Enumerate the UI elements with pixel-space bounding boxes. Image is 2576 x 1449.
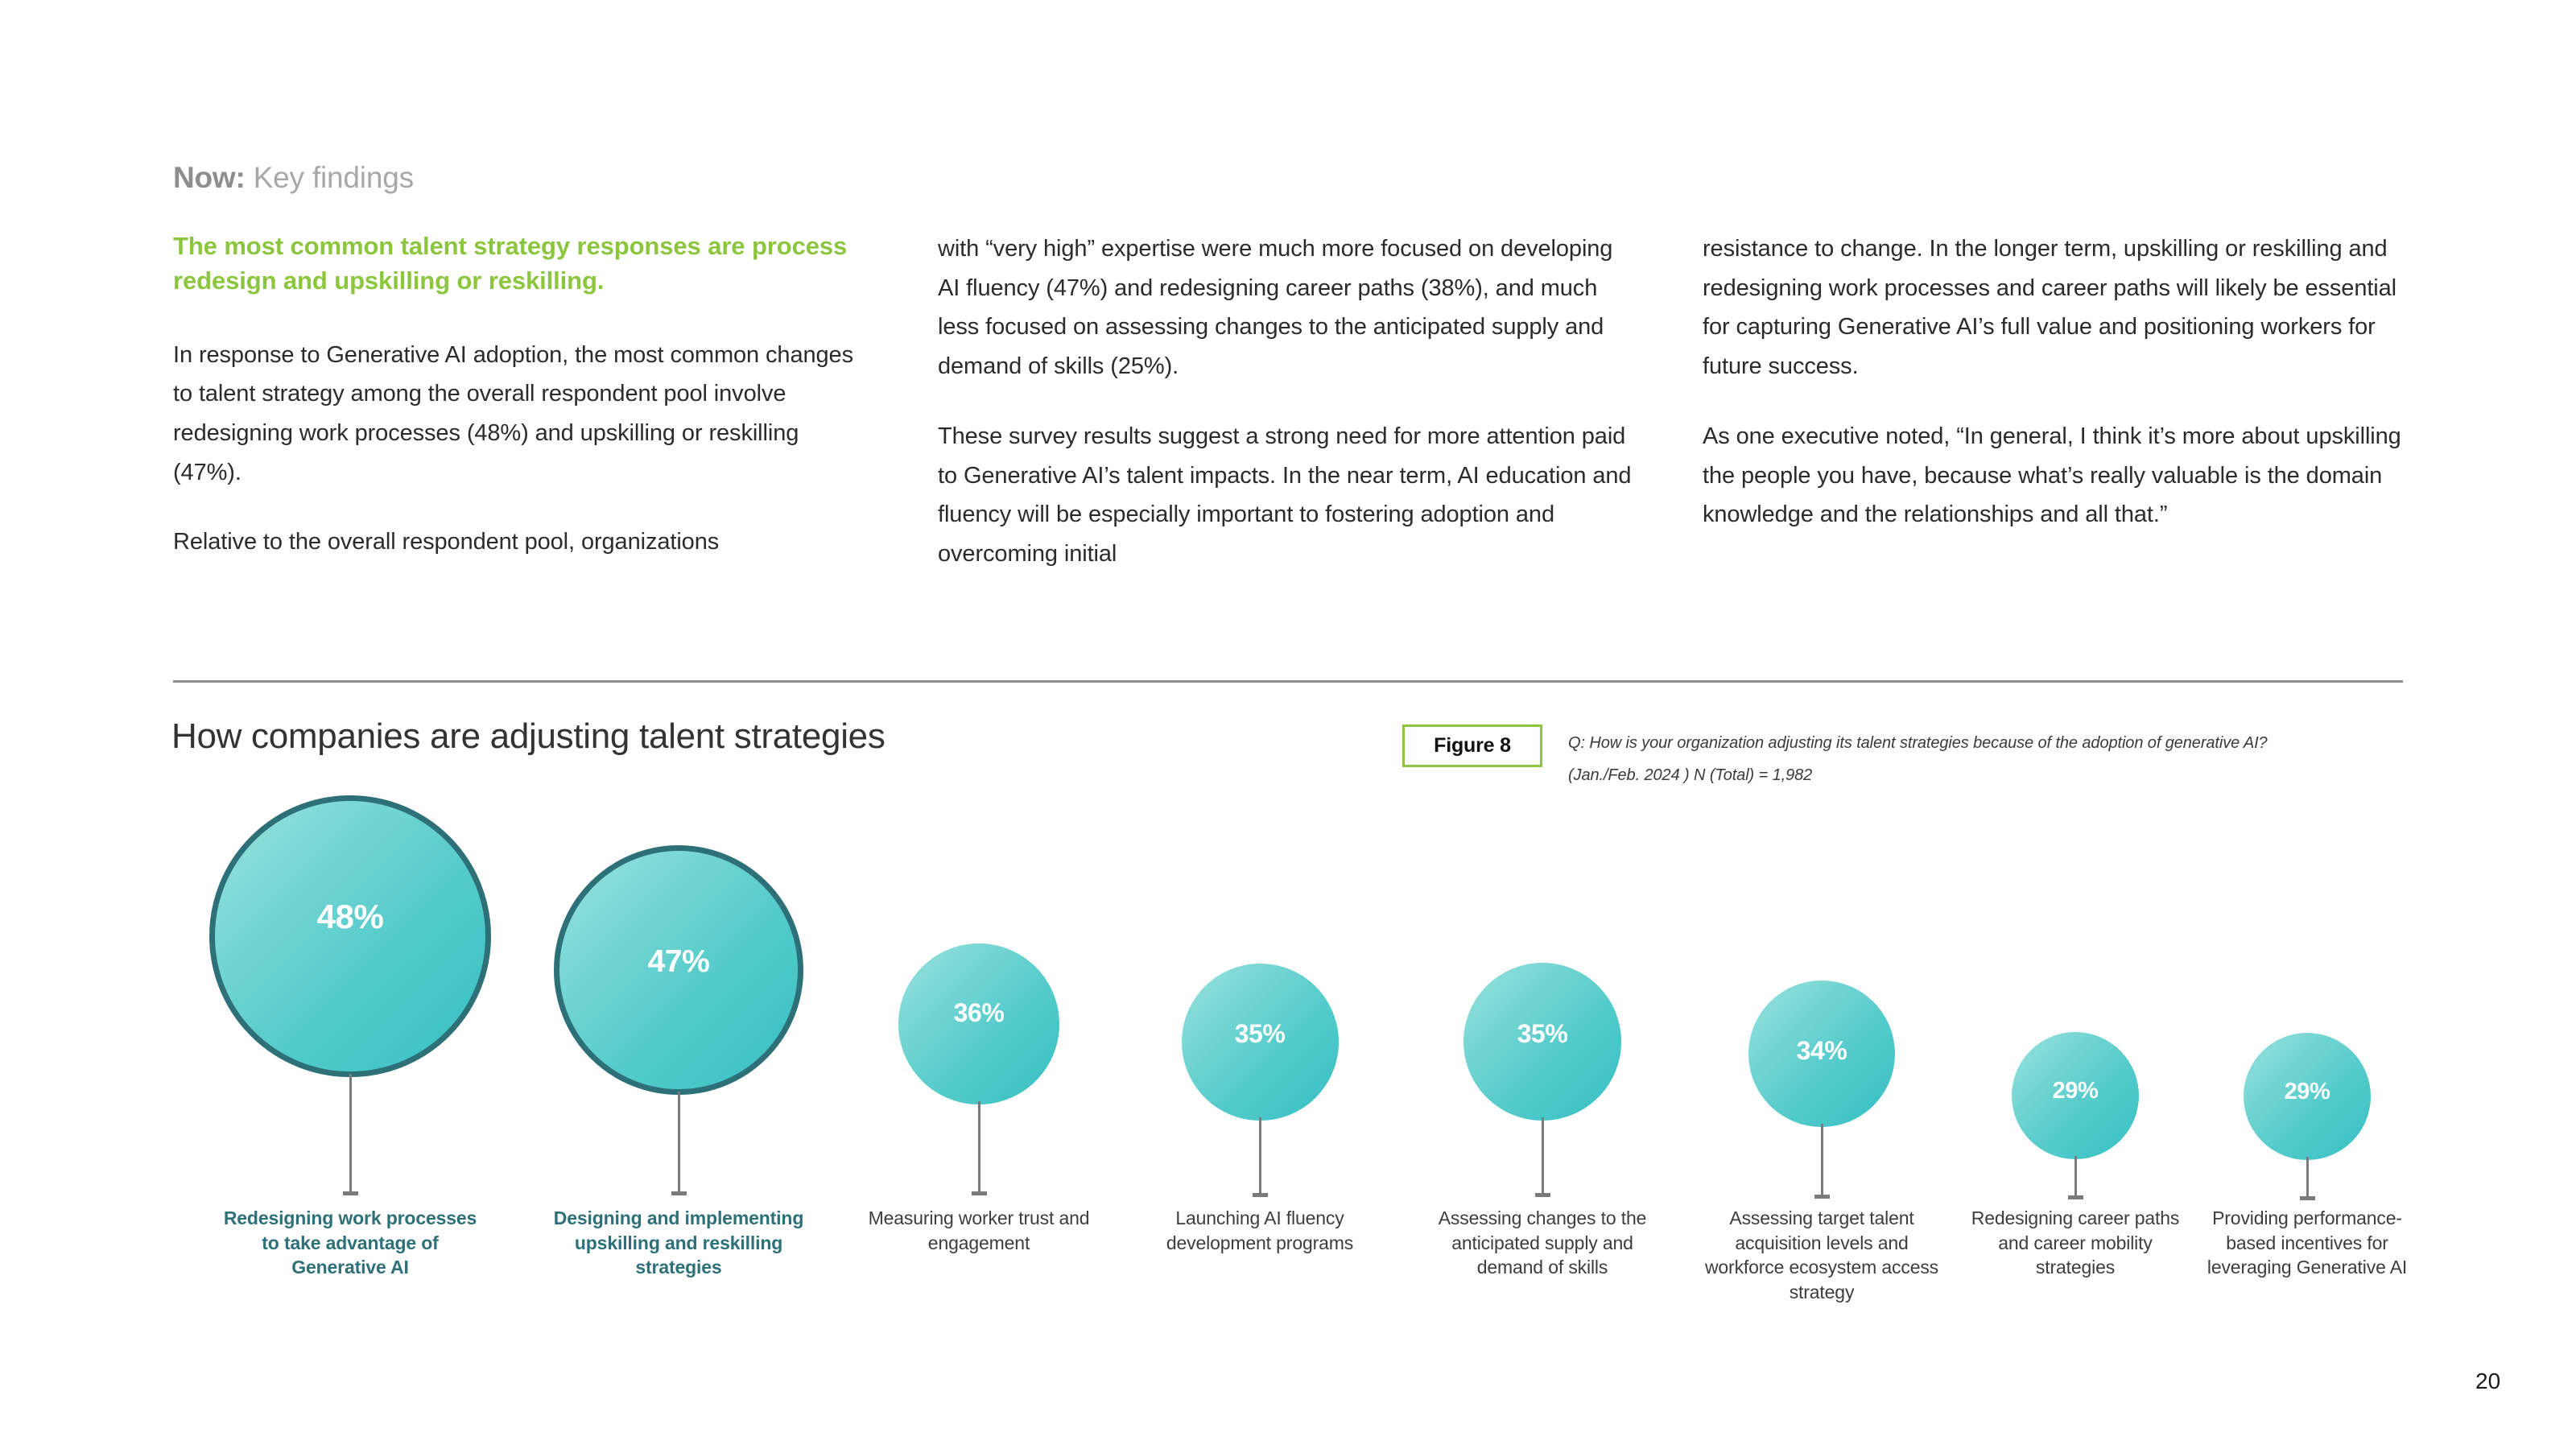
bubble-stem-cap <box>2300 1196 2315 1200</box>
bubble-value: 47% <box>647 943 710 979</box>
bubble-label: Designing and implementing upskilling an… <box>553 1208 804 1278</box>
bubble-stem <box>1821 1124 1823 1195</box>
bubble-stem <box>2306 1157 2309 1196</box>
bubble-value: 48% <box>316 897 384 935</box>
bubble-stem-cap <box>972 1191 987 1195</box>
bubble-value: 35% <box>1517 1019 1568 1049</box>
bubble-stem-cap <box>1535 1193 1550 1197</box>
bubble-stem-cap <box>1253 1193 1268 1197</box>
bubble-stem-cap <box>671 1191 687 1195</box>
bubble-stem-cap <box>2068 1195 2083 1199</box>
bubble-label: Assessing target talent acquisition leve… <box>1704 1208 1939 1302</box>
bubble-stem <box>2074 1156 2077 1195</box>
bubble-stem <box>1259 1117 1261 1193</box>
page-number: 20 <box>2475 1368 2501 1393</box>
bubble-label: Launching AI fluency development program… <box>1166 1208 1354 1253</box>
bubble-stem <box>978 1101 980 1191</box>
bubble-value: 34% <box>1796 1036 1847 1066</box>
bubble-value: 29% <box>2052 1078 2099 1104</box>
bubble-chart: 48% Redesigning work processes to take ad… <box>0 0 2576 1449</box>
bubble-label: Redesigning career paths and career mobi… <box>1971 1208 2180 1278</box>
slide-page: Now: Key findings The most common talent… <box>0 0 2576 1449</box>
bubble-value: 29% <box>2284 1079 2330 1105</box>
bubble-stem <box>349 1074 352 1191</box>
bubble-label: Assessing changes to the anticipated sup… <box>1438 1208 1647 1278</box>
bubble-stem-cap <box>1814 1195 1830 1199</box>
bubble-stem <box>678 1092 680 1191</box>
bubble-label: Providing performance-based incentives f… <box>2207 1208 2408 1278</box>
bubble-value: 35% <box>1234 1019 1286 1049</box>
bubble-label: Measuring worker trust and engagement <box>868 1208 1090 1253</box>
bubble-label: Redesigning work processes to take advan… <box>223 1208 477 1278</box>
bubble-circle[interactable] <box>209 795 491 1077</box>
bubble-stem-cap <box>343 1191 358 1195</box>
bubble-value: 36% <box>953 998 1005 1028</box>
bubble-stem <box>1542 1117 1544 1193</box>
